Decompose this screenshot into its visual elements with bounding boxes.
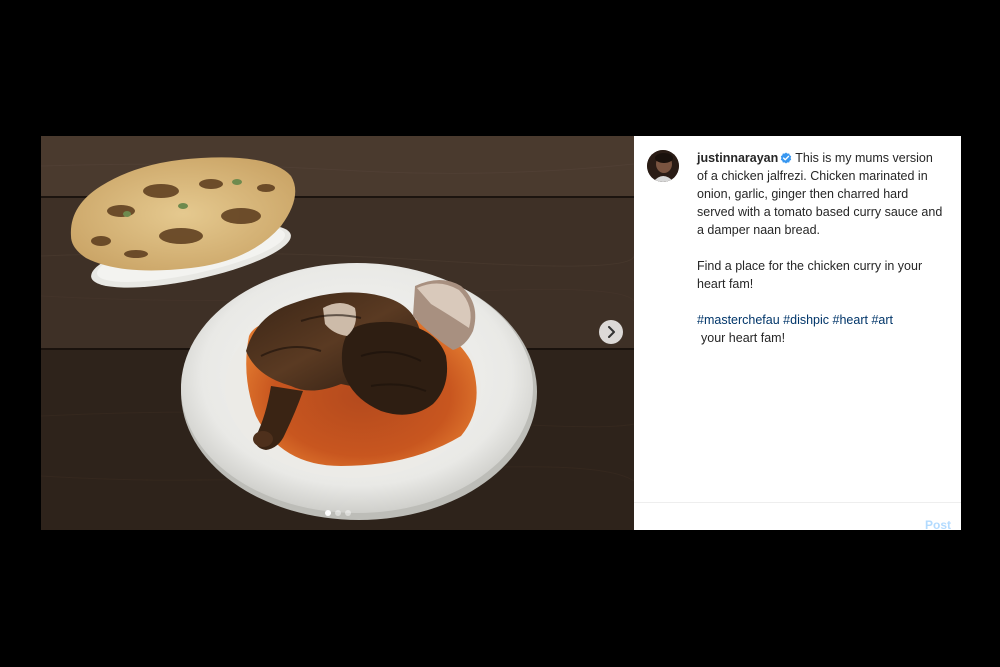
carousel-dot-2 [334, 510, 341, 516]
carousel-indicator [41, 510, 634, 516]
caption-trailing-text: your heart fam! [701, 331, 786, 345]
verified-badge-icon [781, 152, 792, 164]
hashtag-link[interactable]: #masterchefau [697, 313, 780, 327]
caption-row: justinnarayan This is my mums version of… [647, 149, 947, 347]
hashtag-link[interactable]: #heart [833, 313, 868, 327]
hashtag-link[interactable]: #dishpic [783, 313, 829, 327]
hashtag-list: #masterchefau #dishpic #heart #art [697, 311, 943, 329]
avatar[interactable] [647, 150, 679, 182]
next-slide-button[interactable] [599, 320, 623, 344]
caption-second-paragraph: Find a place for the chicken curry in yo… [697, 259, 923, 291]
carousel-dot-3 [344, 510, 351, 516]
carousel-dot-1 [324, 510, 331, 516]
post-media[interactable] [41, 136, 634, 530]
caption-panel: justinnarayan This is my mums version of… [634, 136, 961, 532]
divider [634, 502, 961, 503]
food-photo [41, 136, 634, 530]
hashtag-link[interactable]: #art [871, 313, 893, 327]
post-comment-button[interactable]: Post [925, 518, 951, 532]
avatar-image [647, 150, 679, 182]
chevron-right-icon [608, 326, 615, 338]
post-caption: justinnarayan This is my mums version of… [697, 149, 943, 347]
author-username[interactable]: justinnarayan [697, 151, 778, 165]
instagram-post: justinnarayan This is my mums version of… [41, 136, 961, 532]
